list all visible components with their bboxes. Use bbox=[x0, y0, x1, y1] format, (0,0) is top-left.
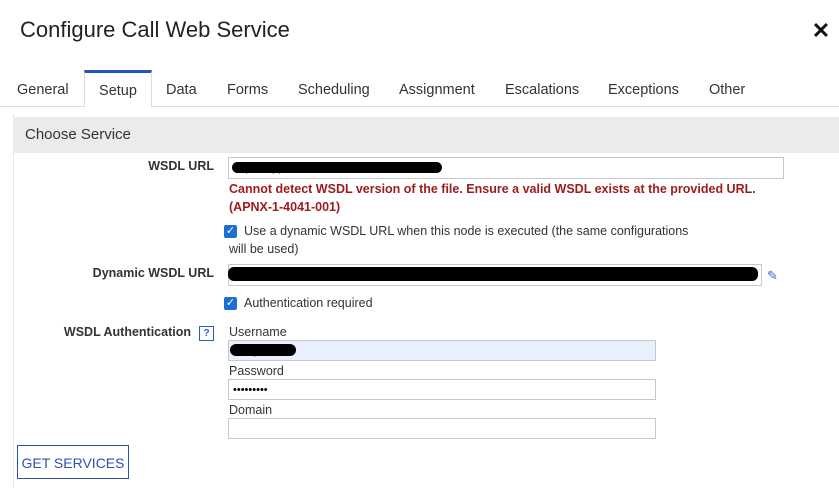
redaction-mark bbox=[230, 344, 296, 356]
edit-icon[interactable]: ✎ bbox=[767, 268, 781, 283]
tab-forms[interactable]: Forms bbox=[227, 70, 268, 106]
password-input[interactable] bbox=[228, 379, 656, 400]
domain-input[interactable] bbox=[228, 418, 656, 439]
dynamic-wsdl-url-label: Dynamic WSDL URL bbox=[92, 266, 214, 280]
wsdl-url-label: WSDL URL bbox=[148, 159, 214, 173]
redaction-mark bbox=[232, 162, 442, 173]
auth-required-checkbox-label: Authentication required bbox=[244, 296, 373, 310]
tab-data[interactable]: Data bbox=[166, 70, 197, 106]
redaction-mark bbox=[228, 267, 758, 281]
tab-other[interactable]: Other bbox=[709, 70, 745, 106]
tab-bar: General Setup Data Forms Scheduling Assi… bbox=[0, 70, 839, 107]
tab-setup[interactable]: Setup bbox=[84, 70, 152, 107]
password-label: Password bbox=[229, 364, 284, 378]
tab-exceptions[interactable]: Exceptions bbox=[608, 70, 679, 106]
dialog-title: Configure Call Web Service bbox=[20, 17, 290, 42]
dynamic-wsdl-checkbox-label: Use a dynamic WSDL URL when this node is… bbox=[229, 224, 689, 256]
tab-scheduling[interactable]: Scheduling bbox=[298, 70, 370, 106]
tab-general[interactable]: General bbox=[17, 70, 69, 106]
wsdl-authentication-label: WSDL Authentication bbox=[63, 325, 191, 339]
domain-label: Domain bbox=[229, 403, 273, 417]
section-title: Choose Service bbox=[25, 126, 131, 143]
tab-escalations[interactable]: Escalations bbox=[505, 70, 579, 106]
close-icon[interactable]: ✕ bbox=[811, 18, 831, 44]
get-services-button[interactable]: GET SERVICES bbox=[17, 445, 129, 479]
wsdl-error-message: Cannot detect WSDL version of the file. … bbox=[229, 182, 756, 214]
section-header: Choose Service bbox=[13, 117, 839, 153]
help-icon[interactable]: ? bbox=[199, 326, 214, 341]
tab-assignment[interactable]: Assignment bbox=[399, 70, 475, 106]
username-label: Username bbox=[229, 325, 287, 339]
auth-required-checkbox[interactable]: ✓ bbox=[224, 297, 237, 310]
